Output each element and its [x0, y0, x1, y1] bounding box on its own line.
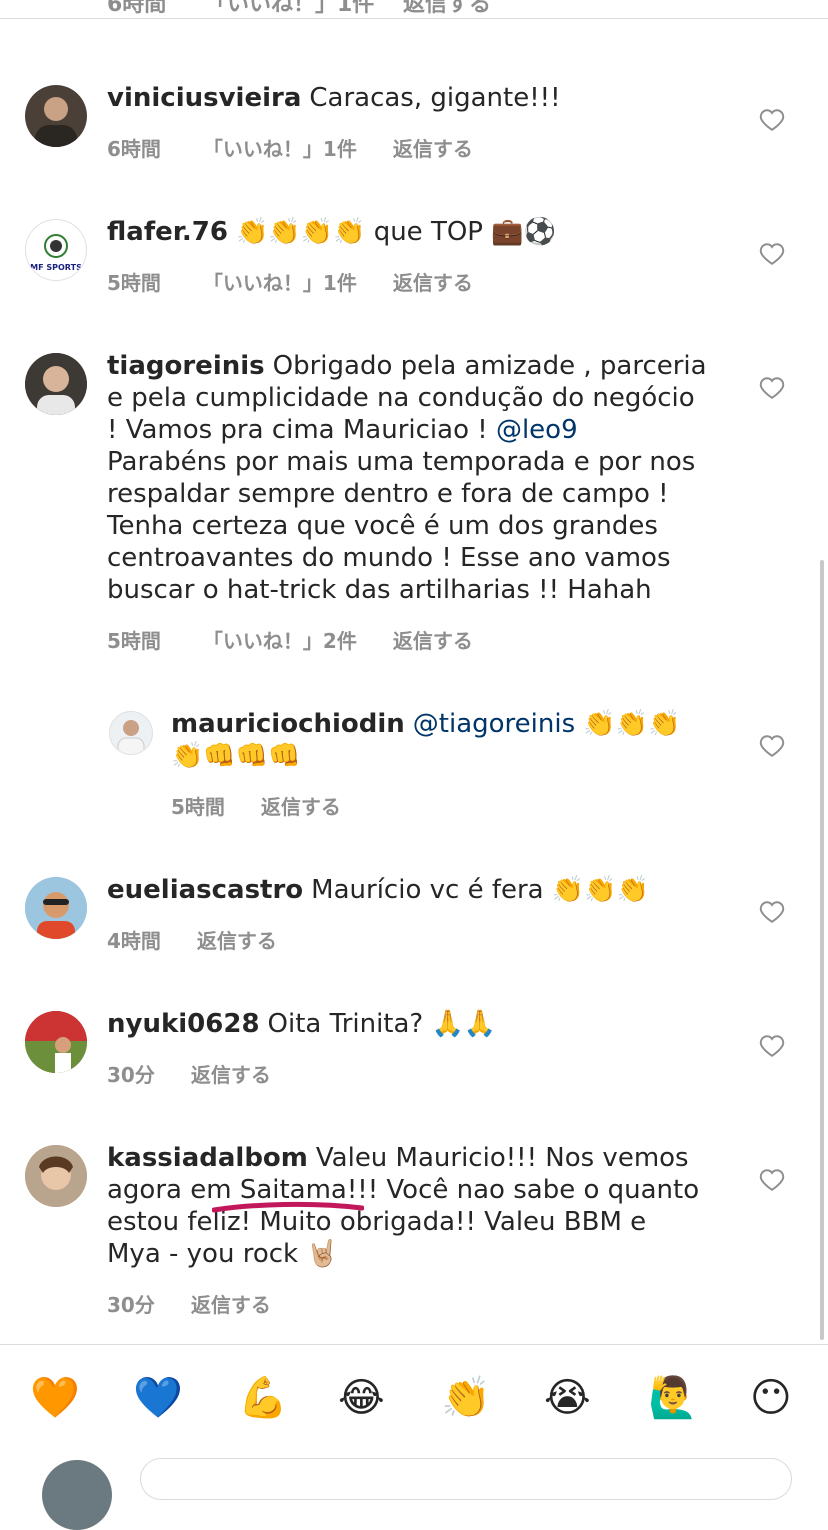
comment-line: agora em Saitama!!! Você nao sabe o quan… [107, 1175, 700, 1205]
comment-line: respaldar sempre dentro e fora de campo … [107, 479, 669, 509]
reply-button[interactable]: 返信する [191, 1063, 271, 1087]
avatar[interactable] [25, 85, 87, 147]
divider [0, 1344, 828, 1345]
scrollbar[interactable] [820, 560, 824, 1340]
comment-time: 6時間 [107, 137, 161, 161]
comment-line: Tenha certeza que você é um dos grandes [107, 511, 658, 541]
comment-text: Caracas, gigante!!! [309, 83, 561, 113]
likes-count[interactable]: 「いいね！」1件 [203, 137, 357, 161]
username[interactable]: flafer.76 [107, 217, 228, 247]
pink-underline-annotation [212, 1201, 364, 1213]
laughing-emoji-button[interactable]: 😂 [338, 1370, 385, 1426]
orange-heart-emoji-button[interactable]: 🧡 [30, 1370, 80, 1426]
raising-hand-emoji-button[interactable]: 🙋‍♂️ [648, 1370, 698, 1426]
comment-line: Parabéns por mais uma temporada e por no… [107, 447, 696, 477]
username[interactable]: tiagoreinis [107, 351, 265, 381]
heart-icon[interactable] [759, 242, 785, 266]
mention-link[interactable]: @leo9 [496, 415, 578, 445]
comment-line: Mya - you rock [107, 1239, 307, 1269]
reply-button[interactable]: 返信する [393, 629, 473, 653]
pray-emoji: 🙏🙏 [431, 1009, 497, 1039]
heart-icon[interactable] [759, 1168, 785, 1192]
username[interactable]: kassiadalbom [107, 1143, 308, 1173]
comment-time: 4時間 [107, 929, 161, 953]
username[interactable]: nyuki0628 [107, 1009, 260, 1039]
comment-text: Maurício vc é fera [311, 875, 552, 905]
heart-icon[interactable] [759, 734, 785, 758]
blue-heart-emoji-button[interactable]: 💙 [133, 1370, 183, 1426]
likes-count[interactable]: 「いいね！」1件 [203, 271, 357, 295]
comment-time: 30分 [107, 1293, 155, 1317]
avatar[interactable]: MF SPORTS [25, 219, 87, 281]
previous-time: 6時間 [107, 0, 167, 17]
comment-line: buscar o hat-trick das artilharias !! Ha… [107, 575, 652, 605]
reply-button[interactable]: 返信する [197, 929, 277, 953]
comment-line: estou feliz! Muito obrigada!! Valeu BBM … [107, 1207, 647, 1237]
mention-link[interactable]: @tiagoreinis [413, 709, 575, 739]
avatar[interactable] [25, 1011, 87, 1073]
comment-line: ! Vamos pra cima Mauriciao ! [107, 415, 496, 445]
reply-button[interactable]: 返信する [191, 1293, 271, 1317]
avatar[interactable] [25, 1145, 87, 1207]
clap-emoji: 👏👏👏 [551, 875, 649, 905]
avatar[interactable] [25, 877, 87, 939]
muscle-emoji-button[interactable]: 💪 [238, 1370, 288, 1426]
clap-emoji-button[interactable]: 👏 [441, 1370, 491, 1426]
previous-reply-button[interactable]: 返信する [403, 0, 491, 18]
comment-line: e pela cumplicidade na condução do negóc… [107, 383, 695, 413]
likes-count[interactable]: 「いいね！」2件 [203, 629, 357, 653]
avatar-text: MF SPORTS [30, 263, 82, 272]
username[interactable]: viniciusvieira [107, 83, 301, 113]
heart-icon[interactable] [759, 1034, 785, 1058]
heart-icon[interactable] [759, 376, 785, 400]
comment-line: Obrigado pela amizade , parceria [272, 351, 707, 381]
reply-button[interactable]: 返信する [261, 795, 341, 819]
no-mouth-emoji-button[interactable]: 😶 [750, 1370, 792, 1426]
comment-text: Oita Trinita? [267, 1009, 432, 1039]
previous-likes[interactable]: 「いいね！」1件 [205, 0, 374, 18]
heart-icon[interactable] [759, 108, 785, 132]
emoji-quick-bar: 🧡 💙 💪 😂 👏 😭 🙋‍♂️ 😶 [0, 1370, 828, 1426]
avatar[interactable] [109, 711, 153, 755]
rock-emoji: 🤘🏼 [306, 1239, 339, 1269]
comment-text: 👏👏👏👏 que TOP 💼⚽ [235, 217, 556, 247]
clap-emoji: 👏👏👏 [583, 709, 681, 739]
previous-comment-meta: 6時間 「いいね！」1件 返信する [0, 0, 828, 19]
comment-time: 30分 [107, 1063, 155, 1087]
heart-icon[interactable] [759, 900, 785, 924]
comment-time: 5時間 [171, 795, 225, 819]
comment-time: 5時間 [107, 629, 161, 653]
avatar[interactable] [25, 353, 87, 415]
username[interactable]: eueliascastro [107, 875, 303, 905]
comment-input[interactable] [140, 1458, 792, 1500]
comment-line: Valeu Mauricio!!! Nos vemos [315, 1143, 689, 1173]
current-user-avatar [42, 1460, 112, 1530]
reply-button[interactable]: 返信する [393, 137, 473, 161]
comment-time: 5時間 [107, 271, 161, 295]
username[interactable]: mauriciochiodin [171, 709, 405, 739]
crying-emoji-button[interactable]: 😭 [544, 1370, 591, 1426]
fist-emoji: 👏👊👊👊 [171, 741, 301, 771]
comment-line: centroavantes do mundo ! Esse ano vamos [107, 543, 671, 573]
reply-button[interactable]: 返信する [393, 271, 473, 295]
